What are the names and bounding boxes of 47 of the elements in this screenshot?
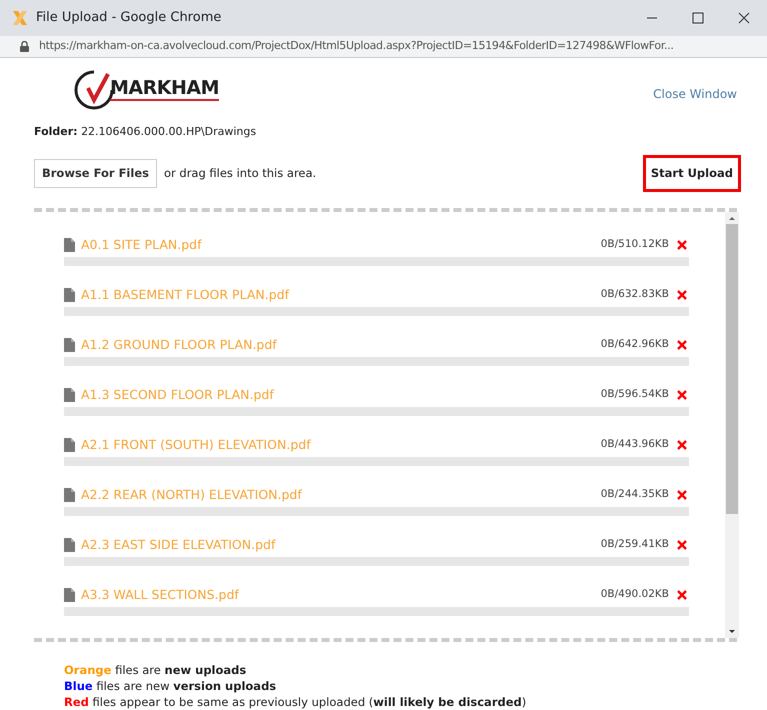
browse-button[interactable]: Browse For Files <box>34 158 157 188</box>
maximize-icon[interactable] <box>692 12 704 24</box>
scrollbar[interactable] <box>725 212 739 638</box>
file-icon <box>64 388 75 402</box>
legend-line: Red files appear to be same as previously uploaded (will likely be discarded) <box>64 694 528 710</box>
start-upload-button[interactable]: Start Upload <box>642 154 741 192</box>
drop-hint: or drag files into this area. <box>164 164 316 182</box>
lock-icon <box>20 41 29 52</box>
file-size: 0B/642.96KB <box>600 337 669 352</box>
app-icon <box>12 10 28 26</box>
logo-text: MARKHAM <box>110 78 219 101</box>
legend-line: Blue files are new version uploads <box>64 678 278 694</box>
file-icon <box>64 338 75 352</box>
file-icon <box>64 588 75 602</box>
file-size: 0B/510.12KB <box>600 237 669 252</box>
file-size: 0B/490.02KB <box>600 587 669 602</box>
close-icon[interactable] <box>738 12 750 24</box>
file-name: A3.3 WALL SECTIONS.pdf <box>81 586 239 604</box>
file-icon <box>64 238 75 252</box>
remove-icon[interactable] <box>677 440 687 450</box>
file-name: A1.1 BASEMENT FLOOR PLAN.pdf <box>81 286 289 304</box>
file-size: 0B/632.83KB <box>600 287 669 302</box>
file-icon <box>64 438 75 452</box>
file-icon <box>64 538 75 552</box>
close-window-link[interactable]: Close Window <box>653 85 737 103</box>
remove-icon[interactable] <box>677 290 687 300</box>
file-name: A2.3 EAST SIDE ELEVATION.pdf <box>81 536 276 554</box>
file-name: A2.2 REAR (NORTH) ELEVATION.pdf <box>81 486 302 504</box>
folder-path: Folder: 22.106406.000.00.HP\Drawings <box>34 125 256 138</box>
remove-icon[interactable] <box>677 590 687 600</box>
window-title: File Upload - Google Chrome <box>36 9 222 28</box>
remove-icon[interactable] <box>677 390 687 400</box>
remove-icon[interactable] <box>677 340 687 350</box>
remove-icon[interactable] <box>677 490 687 500</box>
legend-line: Orange files are new uploads <box>64 662 248 678</box>
file-name: A1.3 SECOND FLOOR PLAN.pdf <box>81 386 274 404</box>
file-size: 0B/244.35KB <box>600 487 669 502</box>
file-size: 0B/443.96KB <box>600 437 669 452</box>
file-size: 0B/259.41KB <box>600 537 669 552</box>
file-icon <box>64 288 75 302</box>
file-icon <box>64 488 75 502</box>
remove-icon[interactable] <box>677 240 687 250</box>
remove-icon[interactable] <box>677 540 687 550</box>
file-name: A1.2 GROUND FLOOR PLAN.pdf <box>81 336 277 354</box>
file-size: 0B/596.54KB <box>600 387 669 402</box>
file-name: A0.1 SITE PLAN.pdf <box>81 236 202 254</box>
file-name: A2.1 FRONT (SOUTH) ELEVATION.pdf <box>81 436 311 454</box>
